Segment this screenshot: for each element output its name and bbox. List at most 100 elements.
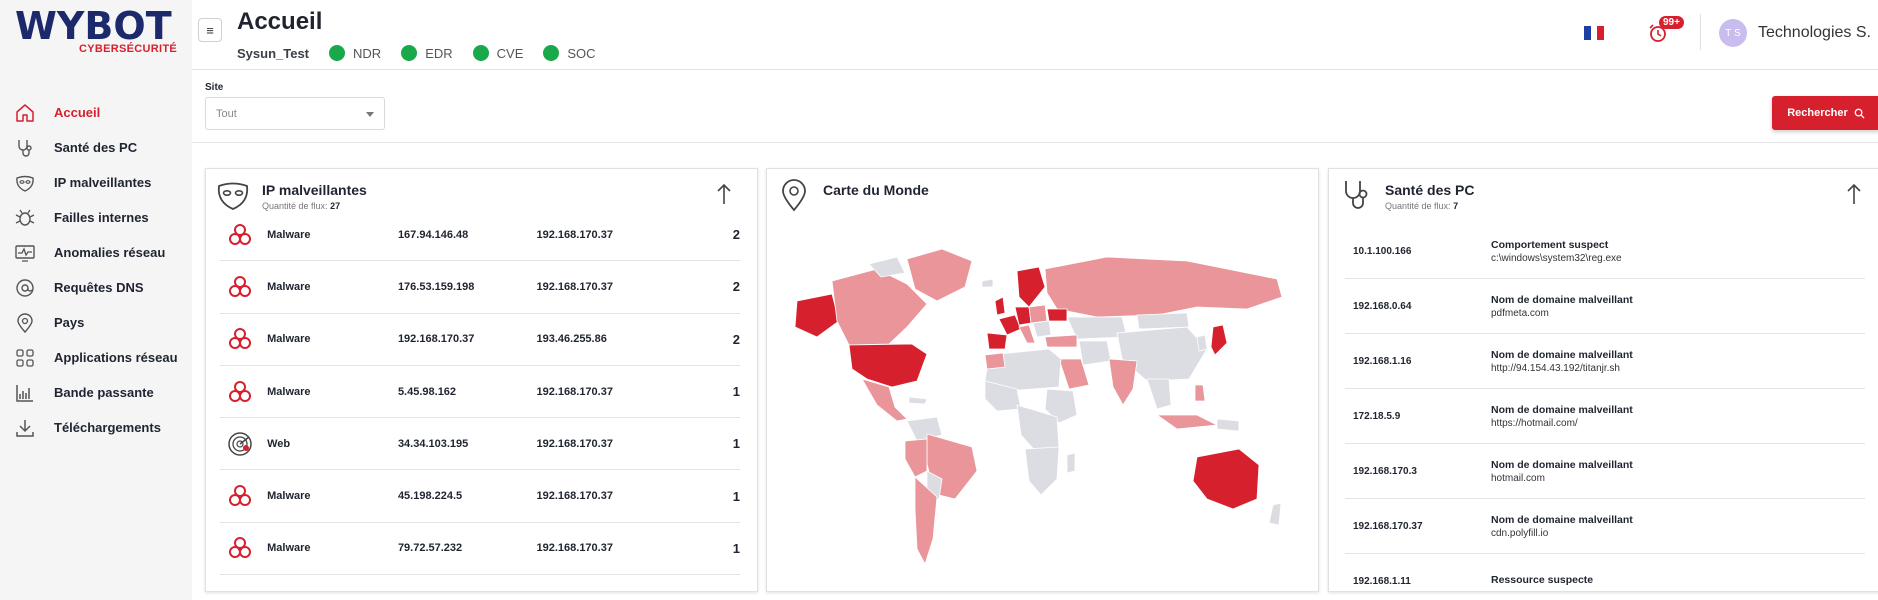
map-region-southern-africa[interactable] (1024, 446, 1060, 496)
flow-count: 1 (732, 540, 740, 556)
threat-type: Web (267, 437, 291, 450)
sidebar-item-anomalies-reseau[interactable]: Anomalies réseau (0, 235, 192, 270)
map-region-ukraine[interactable] (1046, 308, 1068, 322)
map-region-mongolia[interactable] (1136, 312, 1190, 330)
sante-pc-card: Santé des PC Quantité de flux: 7 10.1.10… (1328, 168, 1878, 592)
status-dot (543, 45, 560, 61)
map-region-papua[interactable] (1216, 418, 1240, 432)
notification-count-badge: 99+ (1659, 16, 1684, 29)
map-region-caribbean[interactable] (908, 396, 928, 405)
map-region-peru[interactable] (904, 438, 928, 478)
search-button[interactable]: Rechercher (1772, 96, 1878, 130)
search-icon (1854, 108, 1865, 119)
map-region-australia[interactable] (1192, 448, 1260, 510)
map-region-turkey[interactable] (1044, 334, 1078, 348)
biohazard-icon (226, 273, 253, 301)
biohazard-icon (226, 221, 253, 249)
status-row: Sysun_Test NDR EDR CVE SOC (237, 45, 616, 61)
map-region-alaska[interactable] (794, 293, 840, 338)
map-region-korea[interactable] (1196, 334, 1208, 352)
menu-toggle-button[interactable]: ≡ (198, 18, 222, 42)
pc-details: Nom de domaine malveillant pdfmeta.com (1491, 294, 1633, 319)
map-region-madagascar[interactable] (1066, 452, 1076, 474)
list-item[interactable]: 192.168.170.3 Nom de domaine malveillant… (1345, 444, 1865, 499)
world-map[interactable] (777, 209, 1307, 589)
alert-value: http://94.154.43.192/titanjr.sh (1491, 362, 1620, 374)
map-region-central-europe[interactable] (1028, 304, 1048, 324)
arrow-up-icon[interactable] (1846, 183, 1862, 205)
at-sign-icon (14, 277, 36, 299)
table-row[interactable]: Malware 192.168.170.37 193.46.255.86 2 (220, 314, 740, 366)
map-region-morocco[interactable] (984, 352, 1006, 370)
filter-bar: Site Tout Rechercher (192, 70, 1878, 143)
source-ip: 176.53.159.198 (397, 280, 475, 293)
map-region-philippines[interactable] (1194, 384, 1206, 402)
status-soc: SOC (543, 45, 596, 61)
sidebar-item-sante-pc[interactable]: Santé des PC (0, 130, 192, 165)
list-item[interactable]: 192.168.170.37 Nom de domaine malveillan… (1345, 499, 1865, 554)
map-region-iran[interactable] (1078, 340, 1112, 366)
world-map-card: Carte du Monde (766, 168, 1319, 592)
source-ip: 34.34.103.195 (397, 437, 469, 450)
map-region-balkans[interactable] (1032, 320, 1052, 338)
arrow-up-icon[interactable] (716, 183, 732, 205)
sidebar-item-label: Failles internes (54, 210, 149, 225)
pc-ip: 192.168.170.37 (1353, 520, 1423, 532)
ip-malveillantes-card: IP malveillantes Quantité de flux: 27 Ma… (205, 168, 758, 592)
map-region-japan[interactable] (1210, 324, 1228, 356)
map-region-italy[interactable] (1018, 324, 1036, 344)
list-item[interactable]: 192.168.1.11 Ressource suspecte (1345, 554, 1865, 591)
pc-details: Comportement suspect c:\windows\system32\… (1491, 239, 1622, 264)
table-row[interactable]: Malware 45.198.224.5 192.168.170.37 1 (220, 470, 740, 523)
map-region-indonesia[interactable] (1155, 414, 1219, 430)
sidebar-item-requetes-dns[interactable]: Requêtes DNS (0, 270, 192, 305)
list-item[interactable]: 172.18.5.9 Nom de domaine malveillant htt… (1345, 389, 1865, 444)
map-region-scandinavia[interactable] (1016, 266, 1046, 308)
map-region-iberia[interactable] (986, 332, 1008, 350)
sidebar-item-applications-reseau[interactable]: Applications réseau (0, 340, 192, 375)
sidebar-item-bande-passante[interactable]: Bande passante (0, 375, 192, 410)
table-row[interactable]: Malware 79.72.57.232 192.168.170.37 1 (220, 523, 740, 576)
destination-ip: 192.168.170.37 (536, 228, 613, 241)
mask-icon (14, 172, 36, 194)
alert-title: Nom de domaine malveillant (1491, 348, 1633, 361)
pc-details: Nom de domaine malveillant http://94.154.… (1491, 349, 1633, 374)
sidebar-item-pays[interactable]: Pays (0, 305, 192, 340)
table-row[interactable]: Malware 167.94.146.48 192.168.170.37 2 (220, 209, 740, 262)
bug-icon (14, 207, 36, 229)
list-item[interactable]: 192.168.0.64 Nom de domaine malveillant p… (1345, 279, 1865, 334)
sidebar-item-failles-internes[interactable]: Failles internes (0, 200, 192, 235)
map-region-uk[interactable] (994, 296, 1006, 316)
site-select[interactable]: Tout (205, 97, 385, 130)
user-name[interactable]: Technologies S. (1758, 24, 1871, 42)
language-flag-fr[interactable] (1584, 26, 1605, 40)
table-row[interactable]: Malware 5.45.98.162 192.168.170.37 1 (220, 366, 740, 419)
sidebar-item-telechargements[interactable]: Téléchargements (0, 410, 192, 445)
pc-ip: 192.168.1.11 (1353, 575, 1411, 587)
table-row[interactable]: Malware 176.53.159.198 192.168.170.37 2 (220, 261, 740, 314)
pc-ip: 192.168.1.16 (1353, 355, 1412, 367)
map-region-usa[interactable] (848, 343, 928, 388)
map-region-new-zealand[interactable] (1268, 502, 1282, 526)
map-region-iceland[interactable] (981, 278, 994, 288)
avatar[interactable]: T S (1719, 19, 1747, 47)
sidebar-item-label: Santé des PC (54, 140, 138, 155)
notifications-button[interactable]: 99+ (1647, 16, 1687, 46)
alert-title: Nom de domaine malveillant (1491, 293, 1633, 306)
pc-ip: 172.18.5.9 (1353, 410, 1401, 422)
map-region-russia[interactable] (1044, 256, 1283, 318)
download-icon (14, 417, 36, 439)
table-row[interactable]: Web 34.34.103.195 192.168.170.37 1 (220, 418, 740, 471)
list-item[interactable]: 10.1.100.166 Comportement suspect c:\wind… (1345, 224, 1865, 279)
list-item[interactable]: 192.168.1.16 Nom de domaine malveillant h… (1345, 334, 1865, 389)
pc-ip: 192.168.0.64 (1353, 300, 1412, 312)
sidebar-item-ip-malveillantes[interactable]: IP malveillantes (0, 165, 192, 200)
status-label: CVE (496, 45, 524, 61)
sidebar-item-accueil[interactable]: Accueil (0, 95, 192, 130)
map-region-india[interactable] (1108, 358, 1138, 406)
pc-list: 10.1.100.166 Comportement suspect c:\wind… (1345, 224, 1865, 591)
card-title: Carte du Monde (823, 182, 929, 198)
map-region-southeast-asia[interactable] (1146, 378, 1172, 410)
brand-logo[interactable]: WYBOT CYBERSÉCURITÉ (15, 6, 177, 55)
threat-type: Malware (267, 280, 311, 293)
